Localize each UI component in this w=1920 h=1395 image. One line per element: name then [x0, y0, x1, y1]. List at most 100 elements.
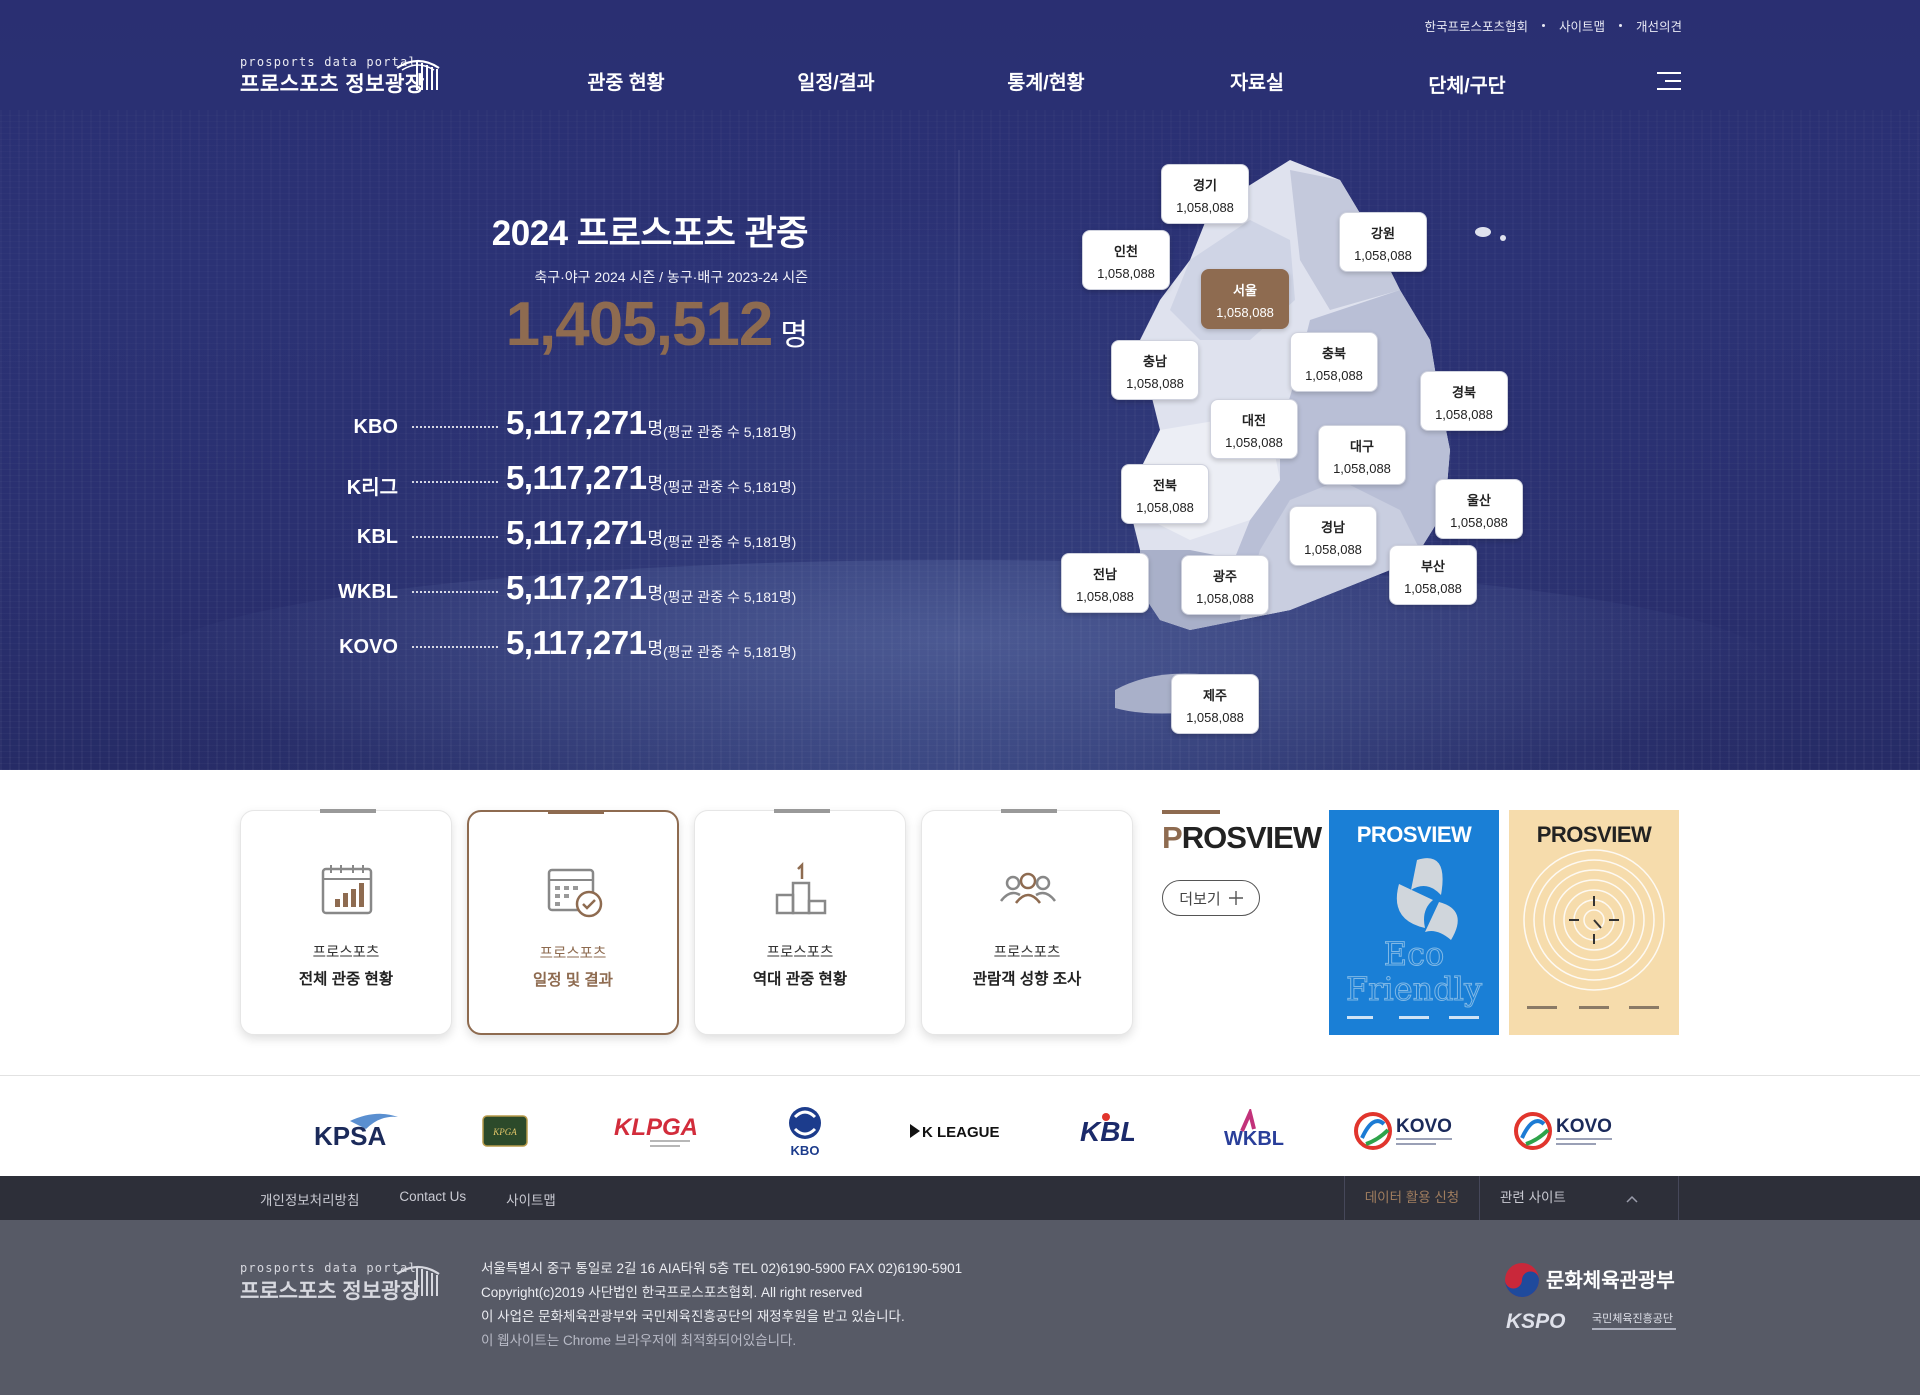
- card-label-top: 프로스포츠: [993, 945, 1061, 961]
- league-name: WKBL: [338, 581, 398, 603]
- nav-statistics[interactable]: 통계/현황: [1007, 66, 1084, 95]
- nav-schedule[interactable]: 일정/결과: [797, 66, 874, 95]
- footer-link-privacy[interactable]: 개인정보처리방침: [260, 1189, 359, 1209]
- related-sites-label: 관련 사이트: [1500, 1190, 1566, 1205]
- separator-dot: [1618, 24, 1622, 27]
- svg-text:KBO: KBO: [791, 1143, 820, 1157]
- region-jeonbuk[interactable]: 전북 1,058,088: [1121, 464, 1209, 524]
- quick-card-survey[interactable]: 프로스포츠 관람객 성향 조사: [921, 809, 1133, 1035]
- plus-icon: [1228, 891, 1243, 905]
- svg-text:KLPGA: KLPGA: [614, 1114, 698, 1141]
- topbar-link-sitemap[interactable]: 사이트맵: [1559, 16, 1605, 35]
- leader-dots: [412, 426, 498, 428]
- prosview-more-button[interactable]: 더보기: [1162, 880, 1260, 916]
- region-gyeongbuk[interactable]: 경북 1,058,088: [1420, 371, 1508, 431]
- svg-text:KPGA: KPGA: [492, 1127, 517, 1137]
- magazine-cover-clock[interactable]: PROSVIEW: [1509, 810, 1679, 1035]
- logo-kleague[interactable]: K LEAGUE: [908, 1105, 1004, 1157]
- people-icon: [1000, 872, 1056, 904]
- topbar-link-feedback[interactable]: 개선의견: [1636, 16, 1682, 35]
- card-label-top: 프로스포츠: [766, 945, 834, 961]
- footer-links: 개인정보처리방침 Contact Us 사이트맵: [260, 1189, 556, 1209]
- league-row-kovo[interactable]: KOVO 5,117,271명 (평균 관중 수 5,181명): [300, 622, 810, 677]
- footer-navigation: 개인정보처리방침 Contact Us 사이트맵 데이터 활용 신청 관련 사이…: [0, 1176, 1920, 1220]
- region-busan[interactable]: 부산 1,058,088: [1389, 545, 1477, 605]
- region-ulsan[interactable]: 울산 1,058,088: [1435, 479, 1523, 539]
- logo-wkbl[interactable]: WKBL: [1222, 1105, 1288, 1157]
- footer-link-sitemap[interactable]: 사이트맵: [506, 1189, 556, 1209]
- logo-kovo-2[interactable]: KOVO: [1514, 1105, 1618, 1157]
- league-name: KOVO: [339, 636, 398, 658]
- region-gwangju[interactable]: 광주 1,058,088: [1181, 555, 1269, 615]
- league-average: (평균 관중 수 5,181명): [663, 644, 797, 660]
- quick-card-total-attendance[interactable]: 프로스포츠 전체 관중 현황: [240, 809, 452, 1035]
- svg-text:K LEAGUE: K LEAGUE: [922, 1124, 1000, 1141]
- logo-kpga[interactable]: KPGA: [482, 1105, 528, 1157]
- quick-card-schedule[interactable]: 프로스포츠 일정 및 결과: [467, 810, 679, 1035]
- svg-text:KSPO: KSPO: [1506, 1310, 1566, 1333]
- card-label-top: 프로스포츠: [539, 946, 607, 962]
- footer-sponsor: 이 사업은 문화체육관광부와 국민체육진흥공단의 재정후원을 받고 있습니다.: [481, 1309, 905, 1324]
- league-average: (평균 관중 수 5,181명): [663, 589, 797, 605]
- menu-icon[interactable]: [1657, 70, 1681, 92]
- region-jeju[interactable]: 제주 1,058,088: [1171, 674, 1259, 734]
- card-tab: [548, 810, 604, 814]
- logo-kpsa[interactable]: KPSA: [310, 1105, 400, 1157]
- svg-text:문화체육관광부: 문화체육관광부: [1546, 1269, 1675, 1292]
- nav-archive[interactable]: 자료실: [1230, 66, 1284, 95]
- league-row-wkbl[interactable]: WKBL 5,117,271명 (평균 관중 수 5,181명): [300, 567, 810, 622]
- related-sites-dropdown[interactable]: 관련 사이트: [1480, 1176, 1679, 1220]
- region-gyeongnam[interactable]: 경남 1,058,088: [1289, 506, 1377, 566]
- prosview-title: PROSVIEW: [1162, 820, 1322, 855]
- footer-logo: prosports data portal 프로스포츠 정보광장: [240, 1261, 440, 1305]
- logo-kovo[interactable]: KOVO: [1354, 1105, 1458, 1157]
- logo-kbl[interactable]: KBL: [1078, 1105, 1134, 1157]
- topbar-link-association[interactable]: 한국프로스포츠협회: [1424, 16, 1528, 35]
- leader-dots: [412, 481, 498, 483]
- region-chungbuk[interactable]: 충북 1,058,088: [1290, 332, 1378, 392]
- region-incheon[interactable]: 인천 1,058,088: [1082, 230, 1170, 290]
- region-seoul[interactable]: 서울 1,058,088: [1201, 269, 1289, 329]
- korea-region-map: 경기 1,058,088 강원 1,058,088 인천 1,058,088 서울 1,…: [1040, 150, 1560, 760]
- logo-kbo[interactable]: KBO: [785, 1105, 825, 1157]
- total-attendance: 1,405,512 명: [492, 289, 808, 360]
- league-row-kbo[interactable]: KBO 5,117,271명 (평균 관중 수 5,181명): [300, 402, 810, 457]
- league-name: K리그: [346, 477, 398, 499]
- league-list: KBO 5,117,271명 (평균 관중 수 5,181명) K리그 5,11…: [300, 402, 810, 677]
- league-value: 5,117,271명: [506, 459, 663, 496]
- partner-logos: KPSA KPGA KLPGA KBO K LEAGUE KBL WKBL KO…: [0, 1090, 1920, 1175]
- quick-card-history[interactable]: 프로스포츠 역대 관중 현황: [694, 809, 906, 1035]
- government-logos: 문화체육관광부 KSPO 국민체육진흥공단: [1504, 1260, 1680, 1340]
- logo-klpga[interactable]: KLPGA: [612, 1105, 700, 1157]
- league-value: 5,117,271명: [506, 569, 663, 606]
- nav-attendance[interactable]: 관중 현황: [587, 66, 664, 95]
- site-footer: prosports data portal 프로스포츠 정보광장 서울특별시 중…: [0, 1220, 1920, 1395]
- league-row-kbl[interactable]: KBL 5,117,271명 (평균 관중 수 5,181명): [300, 512, 810, 567]
- ministry-logo[interactable]: 문화체육관광부 KSPO 국민체육진흥공단: [1504, 1260, 1680, 1340]
- magazine-cover-eco-friendly[interactable]: PROSVIEW Eco Friendly: [1329, 810, 1499, 1035]
- svg-text:KOVO: KOVO: [1396, 1116, 1452, 1137]
- region-gyeonggi[interactable]: 경기 1,058,088: [1161, 164, 1249, 224]
- concentric-clock-graphic: [1523, 849, 1665, 1009]
- nav-organizations[interactable]: 단체/구단: [1428, 69, 1505, 98]
- footer-browser-note: 이 웹사이트는 Chrome 브라우저에 최적화되어있습니다.: [481, 1333, 797, 1348]
- league-name: KBL: [356, 526, 398, 548]
- bar-chart-icon: [321, 865, 373, 915]
- region-gangwon[interactable]: 강원 1,058,088: [1339, 212, 1427, 272]
- separator-dot: [1541, 24, 1545, 27]
- footer-logo-small: prosports data portal: [240, 1261, 417, 1275]
- podium-icon: [775, 861, 827, 915]
- summary-title: 2024 프로스포츠 관중: [491, 214, 809, 253]
- region-daegu[interactable]: 대구 1,058,088: [1318, 425, 1406, 485]
- card-label-main: 관람객 성향 조사: [972, 971, 1082, 988]
- region-jeonnam[interactable]: 전남 1,058,088: [1061, 553, 1149, 613]
- region-daejeon[interactable]: 대전 1,058,088: [1210, 399, 1298, 459]
- footer-link-contact[interactable]: Contact Us: [399, 1189, 466, 1209]
- svg-text:KPSA: KPSA: [314, 1121, 386, 1151]
- league-row-kleague[interactable]: K리그 5,117,271명 (평균 관중 수 5,181명): [300, 457, 810, 512]
- league-value: 5,117,271명: [506, 514, 663, 551]
- footer-logo-title: 프로스포츠 정보광장: [240, 1280, 420, 1303]
- region-chungnam[interactable]: 충남 1,058,088: [1111, 340, 1199, 400]
- svg-text:Friendly: Friendly: [1346, 970, 1482, 1008]
- data-apply-button[interactable]: 데이터 활용 신청: [1344, 1176, 1480, 1220]
